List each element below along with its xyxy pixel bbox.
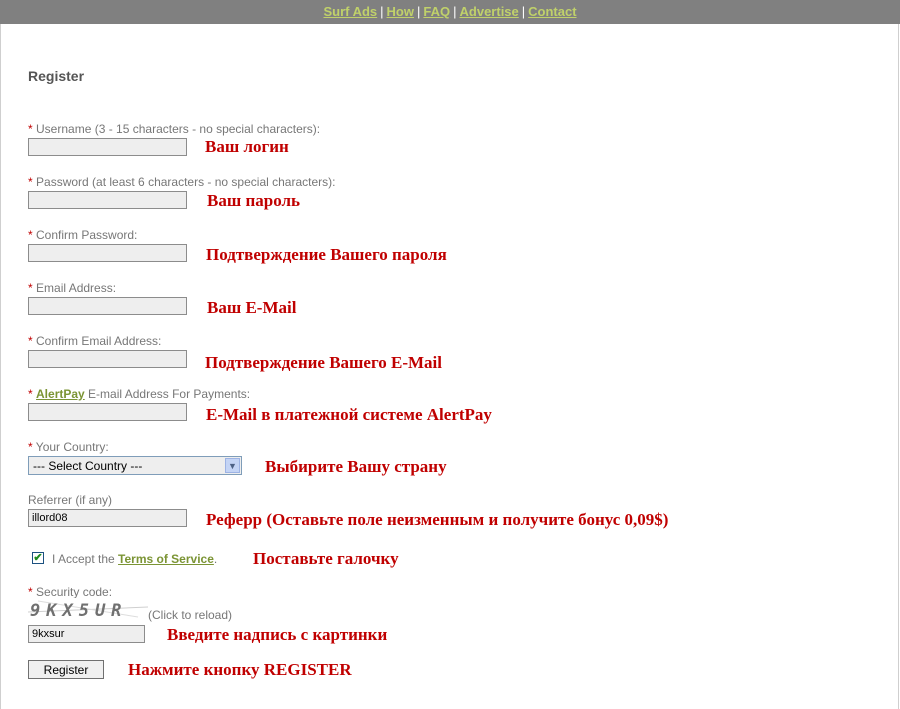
required-marker: *	[28, 387, 33, 401]
email-annotation: Ваш E-Mail	[207, 298, 297, 317]
password-annotation: Ваш пароль	[207, 191, 300, 210]
country-label-text: Your Country:	[35, 440, 109, 454]
security-code-annotation: Введите надпись с картинки	[167, 625, 388, 644]
captcha-image[interactable]: 9KX5UR	[27, 598, 149, 621]
terms-suffix: .	[213, 552, 218, 566]
username-label-text: Username (3 - 15 characters - no special…	[36, 122, 321, 136]
country-label: * Your Country:	[28, 440, 109, 454]
confirm-password-annotation: Подтверждение Вашего пароля	[206, 245, 447, 264]
register-button[interactable]: Register	[28, 660, 104, 679]
nav-advertise[interactable]: Advertise	[460, 4, 519, 19]
left-border	[0, 24, 1, 709]
chevron-down-icon[interactable]: ▼	[225, 458, 240, 473]
alertpay-annotation: E-Mail в платежной системе AlertPay	[206, 405, 492, 424]
terms-label: I Accept the Terms of Service.	[52, 552, 217, 566]
username-label: * Username (3 - 15 characters - no speci…	[28, 122, 320, 136]
confirm-password-input[interactable]	[28, 244, 187, 262]
confirm-email-label-text: Confirm Email Address:	[36, 334, 162, 348]
country-select[interactable]: --- Select Country --- ▼	[28, 456, 242, 475]
terms-of-service-link[interactable]: Terms of Service	[118, 552, 214, 566]
referrer-label: Referrer (if any)	[28, 493, 113, 507]
nav-separator: |	[380, 4, 384, 19]
confirm-email-annotation: Подтверждение Вашего E-Mail	[205, 353, 442, 372]
password-label: * Password (at least 6 characters - no s…	[28, 175, 335, 189]
nav-faq[interactable]: FAQ	[423, 4, 450, 19]
password-label-text: Password (at least 6 characters - no spe…	[36, 175, 336, 189]
terms-checkbox[interactable]: ✔	[32, 552, 44, 564]
nav-separator: |	[417, 4, 421, 19]
required-marker: *	[28, 281, 33, 295]
security-code-label-text: Security code:	[36, 585, 113, 599]
register-annotation: Нажмите кнопку REGISTER	[128, 660, 352, 679]
alertpay-email-input[interactable]	[28, 403, 187, 421]
username-annotation: Ваш логин	[205, 137, 289, 156]
svg-text:9KX5UR: 9KX5UR	[30, 601, 127, 620]
checkmark-icon: ✔	[33, 552, 43, 564]
email-label: * Email Address:	[28, 281, 116, 295]
confirm-email-input[interactable]	[28, 350, 187, 368]
required-marker: *	[28, 440, 33, 454]
country-selected-value: --- Select Country ---	[33, 459, 143, 473]
alertpay-label: * AlertPay E-mail Address For Payments:	[28, 387, 250, 401]
confirm-email-label: * Confirm Email Address:	[28, 334, 161, 348]
alertpay-label-text: E-mail Address For Payments:	[84, 387, 251, 401]
confirm-password-label: * Confirm Password:	[28, 228, 137, 242]
username-input[interactable]	[28, 138, 187, 156]
confirm-password-label-text: Confirm Password:	[36, 228, 138, 242]
country-annotation: Выбирите Вашу страну	[265, 457, 447, 476]
required-marker: *	[28, 228, 33, 242]
security-code-label: * Security code:	[28, 585, 112, 599]
alertpay-link[interactable]: AlertPay	[36, 387, 85, 401]
right-border	[898, 24, 899, 709]
required-marker: *	[28, 334, 33, 348]
email-label-text: Email Address:	[36, 281, 117, 295]
terms-annotation: Поставьте галочку	[253, 549, 399, 568]
nav-separator: |	[453, 4, 457, 19]
top-navigation: Surf Ads | How | FAQ | Advertise | Contact	[0, 0, 900, 24]
security-code-input[interactable]	[28, 625, 145, 643]
nav-contact[interactable]: Contact	[528, 4, 576, 19]
password-input[interactable]	[28, 191, 187, 209]
nav-surf-ads[interactable]: Surf Ads	[323, 4, 377, 19]
nav-how[interactable]: How	[387, 4, 414, 19]
referrer-annotation: Реферр (Оставьте поле неизменным и получ…	[206, 510, 669, 529]
required-marker: *	[28, 175, 33, 189]
page-title: Register	[28, 68, 85, 84]
captcha-reload-link[interactable]: (Click to reload)	[148, 608, 232, 622]
referrer-input[interactable]	[28, 509, 187, 527]
nav-separator: |	[521, 4, 526, 19]
terms-prefix: I Accept the	[52, 552, 119, 566]
required-marker: *	[28, 122, 33, 136]
email-input[interactable]	[28, 297, 187, 315]
required-marker: *	[28, 585, 33, 599]
